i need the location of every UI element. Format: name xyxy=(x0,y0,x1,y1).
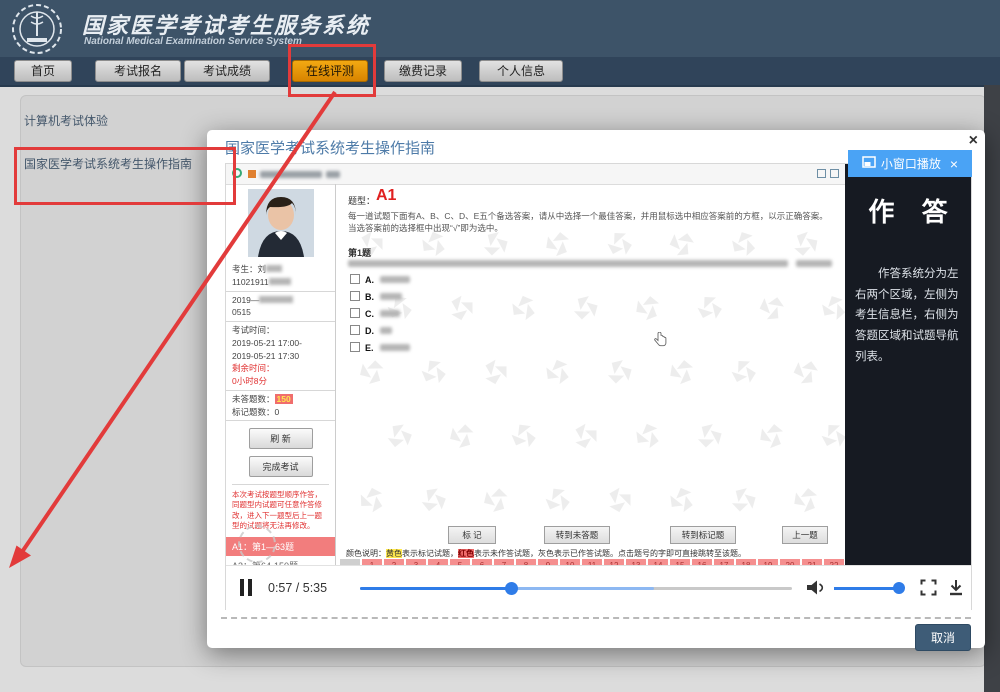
candidate-info-column: 考生：刘 11021911 2019— 0515 考试时间： 2019-05-2… xyxy=(226,184,336,565)
time-display: 0:57 / 5:35 xyxy=(268,581,327,595)
window-icon xyxy=(830,169,839,178)
question-nav-button[interactable]: 转到未答题 xyxy=(544,526,610,544)
question-nav-button[interactable]: 转到标记题 xyxy=(670,526,736,544)
main-nav: 首页考试报名考试成绩在线评测缴费记录个人信息 xyxy=(0,57,1000,87)
session-block: 2019— 0515 xyxy=(226,292,335,323)
nav-tab-item[interactable]: 考试报名 xyxy=(95,60,181,82)
exam-browser-bar xyxy=(226,164,845,185)
option-letter: E. xyxy=(365,343,374,353)
window-icon xyxy=(817,169,826,178)
option-checkbox[interactable] xyxy=(350,308,360,318)
volume-fill xyxy=(834,587,899,590)
pip-playback-button[interactable]: 小窗口播放 × xyxy=(848,150,972,177)
video-player[interactable]: ◥◥◥◥◥◥◥◥◥◥◥◥◥◥◥◥◥◥◥◥◥◥◥◥◥◥◥◥◥◥◥◥◥◥◥◥◥◥◥◥… xyxy=(225,163,972,610)
panel-title: 作 答 xyxy=(845,192,971,229)
answer-option-D[interactable]: D. xyxy=(350,325,392,336)
counters-block: 未答题数：150 标记题数：0 xyxy=(226,391,335,422)
candidate-name-block: 考生：刘 11021911 xyxy=(226,261,335,292)
option-text-blurred xyxy=(380,327,392,334)
option-text-blurred xyxy=(380,293,402,300)
color-legend: 颜色说明：黄色表示标记试题，红色表示未作答试题，灰色表示已作答试题。点击题号的字… xyxy=(346,548,746,559)
cancel-button[interactable]: 取消 xyxy=(915,624,971,651)
browser-bar-icons xyxy=(817,169,839,178)
exam-time-block: 考试时间： 2019-05-21 17:00- 2019-05-21 17:30… xyxy=(226,322,335,391)
question-nav-button[interactable]: 标 记 xyxy=(448,526,496,544)
annotation-box-guide-link xyxy=(14,147,236,205)
progress-knob[interactable] xyxy=(505,582,518,595)
option-checkbox[interactable] xyxy=(350,291,360,301)
pip-close-icon[interactable]: × xyxy=(950,156,958,172)
finish-exam-button[interactable]: 完成考试 xyxy=(249,456,313,477)
modal-title: 国家医学考试系统考生操作指南 xyxy=(225,137,435,158)
annotation-box-online-test-tab xyxy=(288,44,376,97)
unanswered-count: 150 xyxy=(275,394,293,404)
player-controls: 0:57 / 5:35 xyxy=(226,565,971,610)
refresh-button[interactable]: 刷 新 xyxy=(249,428,313,449)
guide-modal: 国家医学考试系统考生操作指南 × 小窗口播放 × ◥◥◥◥◥◥◥◥◥◥◥◥◥◥◥… xyxy=(207,130,985,648)
modal-divider xyxy=(221,617,971,619)
option-checkbox[interactable] xyxy=(350,274,360,284)
hand-cursor-icon xyxy=(654,332,667,352)
video-side-panel: 作 答 作答系统分为左右两个区域，左侧为考生信息栏，右侧为答题区域和试题导航列表… xyxy=(845,164,971,565)
question-type-label: 题型： xyxy=(348,194,375,207)
legend-part: 表示标记试题， xyxy=(402,549,458,558)
marked-count: 0 xyxy=(275,407,280,417)
exam-demo-frame: ◥◥◥◥◥◥◥◥◥◥◥◥◥◥◥◥◥◥◥◥◥◥◥◥◥◥◥◥◥◥◥◥◥◥◥◥◥◥◥◥… xyxy=(226,164,845,565)
legend-part: 黄色 xyxy=(386,549,402,558)
question-text-blurred xyxy=(348,260,788,267)
watermark-emblem xyxy=(238,525,276,563)
option-text-blurred xyxy=(380,310,400,317)
volume-icon[interactable] xyxy=(806,579,825,601)
question-area: 题型： A1 每一道试题下面有A、B、C、D、E五个备选答案，请从中选择一个最佳… xyxy=(336,184,845,565)
volume-knob[interactable] xyxy=(893,582,905,594)
download-icon[interactable] xyxy=(948,579,964,601)
option-checkbox[interactable] xyxy=(350,342,360,352)
tab-title-blurred xyxy=(326,171,340,178)
panel-body-text: 作答系统分为左右两个区域，左侧为考生信息栏，右侧为答题区域和试题导航列表。 xyxy=(855,264,961,367)
answer-option-C[interactable]: C. xyxy=(350,308,400,319)
answer-option-B[interactable]: B. xyxy=(350,291,402,302)
exam-warning-text: 本次考试按题型顺序作答，同题型内试题可任意作答修改，进入下一题型后上一题型的试题… xyxy=(232,484,329,531)
answer-option-A[interactable]: A. xyxy=(350,274,410,285)
tab-favicon-icon xyxy=(248,170,256,178)
sidebar-item-computer-exam-experience[interactable]: 计算机考试体验 xyxy=(24,112,108,129)
legend-part: 颜色说明： xyxy=(346,549,386,558)
option-letter: D. xyxy=(365,326,374,336)
volume-slider[interactable] xyxy=(834,587,904,590)
app-header: 国家医学考试考生服务系统 National Medical Examinatio… xyxy=(0,0,1000,57)
question-nav-button[interactable]: 上一题 xyxy=(782,526,828,544)
option-checkbox[interactable] xyxy=(350,325,360,335)
nav-tab-item[interactable]: 首页 xyxy=(14,60,72,82)
pip-label: 小窗口播放 xyxy=(881,155,941,172)
option-text-blurred xyxy=(380,276,410,283)
tab-title-blurred xyxy=(260,171,322,178)
fullscreen-icon[interactable] xyxy=(920,579,937,601)
progress-bar[interactable] xyxy=(360,587,792,590)
modal-close-icon[interactable]: × xyxy=(969,132,978,150)
nav-tab-item[interactable]: 个人信息 xyxy=(479,60,563,82)
question-instruction: 每一道试题下面有A、B、C、D、E五个备选答案，请从中选择一个最佳答案，并用鼠标… xyxy=(348,210,834,235)
option-text-blurred xyxy=(380,344,410,351)
answer-option-E[interactable]: E. xyxy=(350,342,410,353)
question-number: 第1题 xyxy=(348,246,371,259)
right-dark-strip xyxy=(984,85,1000,692)
option-letter: A. xyxy=(365,275,374,285)
played-bar xyxy=(360,587,511,590)
option-letter: C. xyxy=(365,309,374,319)
pip-window-icon xyxy=(862,156,876,171)
app-subtitle: National Medical Examination Service Sys… xyxy=(84,36,302,47)
nmec-logo-icon xyxy=(10,2,64,61)
candidate-photo xyxy=(248,189,314,257)
question-type-value: A1 xyxy=(376,187,396,205)
nav-tab-item[interactable]: 考试成绩 xyxy=(184,60,270,82)
nav-tab-item[interactable]: 缴费记录 xyxy=(384,60,462,82)
page: 国家医学考试考生服务系统 National Medical Examinatio… xyxy=(0,0,1000,692)
legend-part: 表示未作答试题，灰色表示已作答试题。点击题号的字即可直接跳转至该题。 xyxy=(474,549,746,558)
question-text-blurred xyxy=(796,260,832,267)
pause-button[interactable] xyxy=(240,579,253,596)
legend-part: 红色 xyxy=(458,549,474,558)
option-letter: B. xyxy=(365,292,374,302)
